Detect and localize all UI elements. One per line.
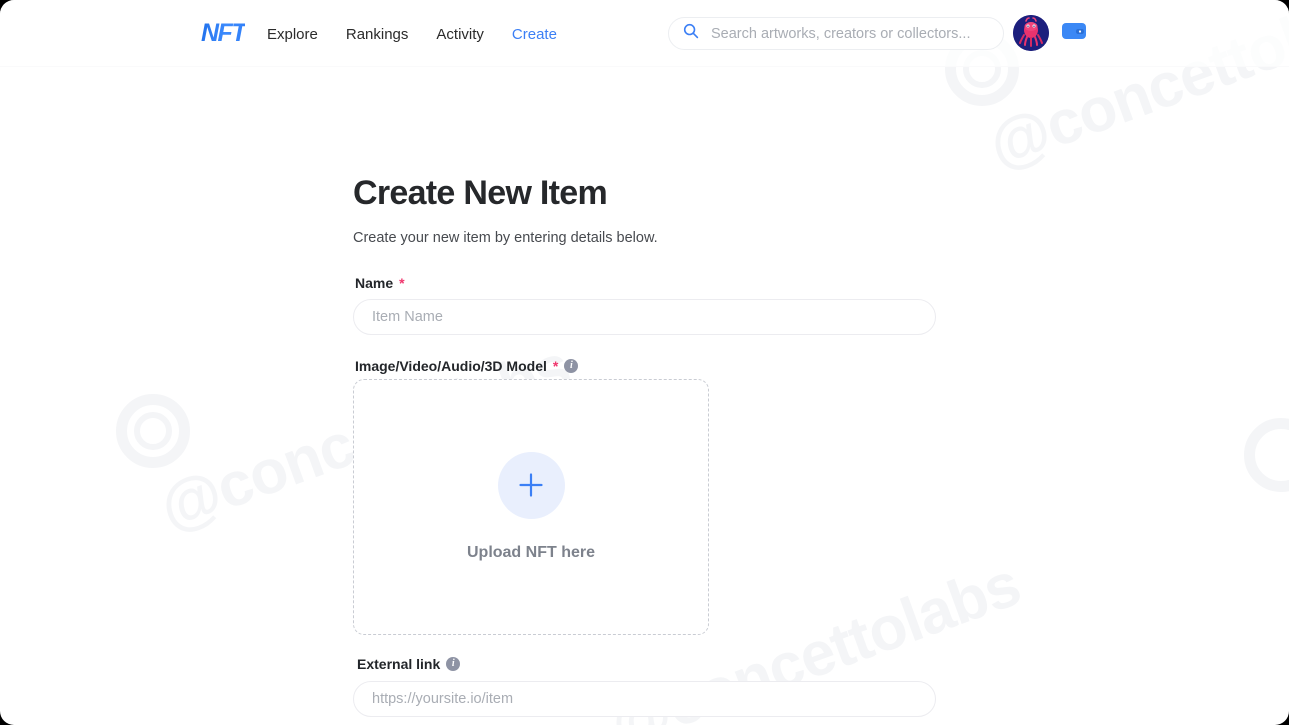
media-required-marker: *: [553, 357, 558, 375]
external-link-field-label: External link i: [357, 655, 460, 673]
external-link-input[interactable]: [353, 681, 936, 717]
wallet-button[interactable]: [1060, 19, 1088, 47]
upload-plus-button[interactable]: [498, 452, 565, 519]
search-icon: [683, 23, 699, 44]
upload-hint-text: Upload NFT here: [467, 543, 595, 563]
app-window: @concettolabs @concettolabs @concettolab…: [0, 0, 1289, 725]
main-nav: Explore Rankings Activity Create: [267, 25, 557, 45]
name-required-marker: *: [399, 274, 404, 292]
name-field-label: Name *: [355, 274, 405, 292]
search-bar[interactable]: [668, 17, 1004, 50]
wallet-icon: [1061, 20, 1087, 47]
watermark-logo-ring: [116, 394, 190, 468]
media-label-text: Image/Video/Audio/3D Model: [355, 357, 547, 375]
avatar[interactable]: [1013, 15, 1049, 51]
watermark-logo-ring: [1244, 418, 1289, 492]
nav-item-activity[interactable]: Activity: [436, 25, 484, 45]
brand-logo[interactable]: NFT: [201, 21, 245, 46]
name-input[interactable]: [353, 299, 936, 335]
top-navigation-bar: NFT Explore Rankings Activity Create: [0, 0, 1289, 67]
nav-item-rankings[interactable]: Rankings: [346, 25, 409, 45]
media-field-label: Image/Video/Audio/3D Model * i: [355, 357, 578, 375]
page-subtitle: Create your new item by entering details…: [353, 229, 658, 248]
external-link-label-text: External link: [357, 655, 440, 673]
plus-icon: [516, 470, 546, 500]
page-title: Create New Item: [353, 171, 607, 215]
nav-item-create[interactable]: Create: [512, 25, 557, 45]
watermark-text: @concettolabs: [1279, 355, 1289, 569]
nav-item-explore[interactable]: Explore: [267, 25, 318, 45]
info-icon[interactable]: i: [446, 657, 460, 671]
watermark-logo-inner: [134, 412, 172, 450]
name-label-text: Name: [355, 274, 393, 292]
media-dropzone[interactable]: Upload NFT here: [353, 379, 709, 635]
search-input[interactable]: [709, 25, 989, 43]
info-icon[interactable]: i: [564, 359, 578, 373]
